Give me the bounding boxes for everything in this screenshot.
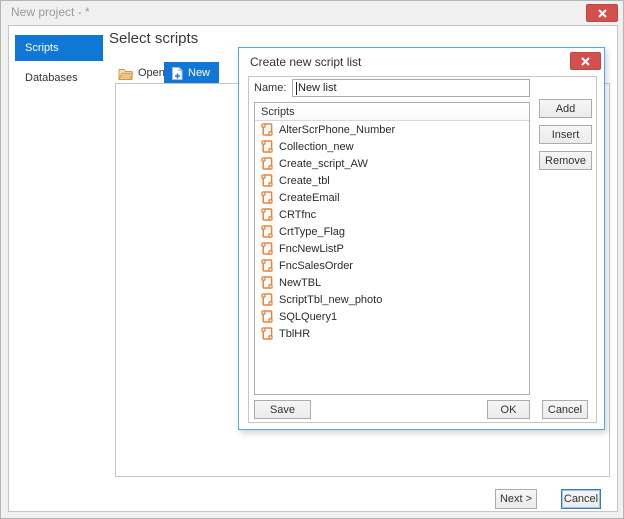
script-icon xyxy=(261,208,273,221)
script-item-label: AlterScrPhone_Number xyxy=(279,123,396,136)
script-icon xyxy=(261,123,273,136)
sidebar-item-databases[interactable]: Databases xyxy=(15,67,103,89)
window-title: New project - * xyxy=(11,5,90,19)
script-item[interactable]: Collection_new xyxy=(255,138,529,155)
script-item[interactable]: ScriptTbl_new_photo xyxy=(255,291,529,308)
script-item-label: Create_script_AW xyxy=(279,157,368,170)
script-item-label: CrtType_Flag xyxy=(279,225,346,238)
script-item-label: CreateEmail xyxy=(279,191,340,204)
script-item[interactable]: AlterScrPhone_Number xyxy=(255,121,529,138)
script-item[interactable]: Create_tbl xyxy=(255,172,529,189)
script-icon xyxy=(261,310,273,323)
script-item-label: FncSalesOrder xyxy=(279,259,353,272)
script-item-label: NewTBL xyxy=(279,276,322,289)
script-icon xyxy=(261,157,273,170)
dialog-title: Create new script list xyxy=(250,55,362,69)
next-button[interactable]: Next > xyxy=(495,489,537,509)
script-icon xyxy=(261,327,273,340)
script-item[interactable]: Create_script_AW xyxy=(255,155,529,172)
script-icon xyxy=(261,242,273,255)
script-item[interactable]: NewTBL xyxy=(255,274,529,291)
create-script-list-dialog: Create new script list Name: New list Sc… xyxy=(238,47,605,430)
close-icon xyxy=(581,56,590,66)
script-icon xyxy=(261,259,273,272)
script-icon xyxy=(261,225,273,238)
script-item[interactable]: TblHR xyxy=(255,325,529,342)
tab-label: New xyxy=(188,67,211,79)
script-icon xyxy=(261,276,273,289)
scripts-list-items: AlterScrPhone_Number Collection_new Crea… xyxy=(255,121,529,342)
script-item[interactable]: CRTfnc xyxy=(255,206,529,223)
new-document-icon xyxy=(171,66,183,80)
name-label: Name: xyxy=(254,82,287,94)
script-item-label: Collection_new xyxy=(279,140,354,153)
close-icon xyxy=(597,8,607,18)
window-close-button[interactable] xyxy=(586,4,618,22)
page-title: Select scripts xyxy=(109,30,199,47)
script-item-label: SQLQuery1 xyxy=(279,310,338,323)
sidebar-item-scripts[interactable]: Scripts xyxy=(15,35,103,61)
script-item[interactable]: SQLQuery1 xyxy=(255,308,529,325)
script-item-label: ScriptTbl_new_photo xyxy=(279,293,383,306)
cancel-button[interactable]: Cancel xyxy=(561,489,601,509)
tab-open[interactable]: Open xyxy=(111,62,172,84)
dialog-cancel-button[interactable]: Cancel xyxy=(542,400,588,419)
scripts-list-header[interactable]: Scripts xyxy=(255,103,529,121)
insert-button[interactable]: Insert xyxy=(539,125,592,144)
tab-label: Open xyxy=(138,67,165,79)
new-project-window: New project - * Scripts Databases Select… xyxy=(0,0,624,519)
tab-new[interactable]: New xyxy=(164,62,219,84)
add-button[interactable]: Add xyxy=(539,99,592,118)
sidebar-item-label: Databases xyxy=(25,72,78,84)
script-item[interactable]: FncNewListP xyxy=(255,240,529,257)
script-item-label: Create_tbl xyxy=(279,174,330,187)
script-item-label: TblHR xyxy=(279,327,311,340)
open-folder-icon xyxy=(118,67,133,80)
script-item[interactable]: CrtType_Flag xyxy=(255,223,529,240)
script-item[interactable]: CreateEmail xyxy=(255,189,529,206)
script-item-label: FncNewListP xyxy=(279,242,344,255)
name-input-value: New list xyxy=(298,82,337,94)
ok-button[interactable]: OK xyxy=(487,400,530,419)
save-button[interactable]: Save xyxy=(254,400,311,419)
script-icon xyxy=(261,140,273,153)
name-input[interactable]: New list xyxy=(292,79,530,97)
script-icon xyxy=(261,174,273,187)
remove-button[interactable]: Remove xyxy=(539,151,592,170)
script-icon xyxy=(261,191,273,204)
scripts-list[interactable]: Scripts AlterScrPhone_Number Collection_… xyxy=(254,102,530,395)
sidebar-item-label: Scripts xyxy=(25,42,59,54)
script-item[interactable]: FncSalesOrder xyxy=(255,257,529,274)
dialog-close-button[interactable] xyxy=(570,52,601,70)
script-item-label: CRTfnc xyxy=(279,208,317,221)
text-caret xyxy=(296,81,297,95)
script-icon xyxy=(261,293,273,306)
